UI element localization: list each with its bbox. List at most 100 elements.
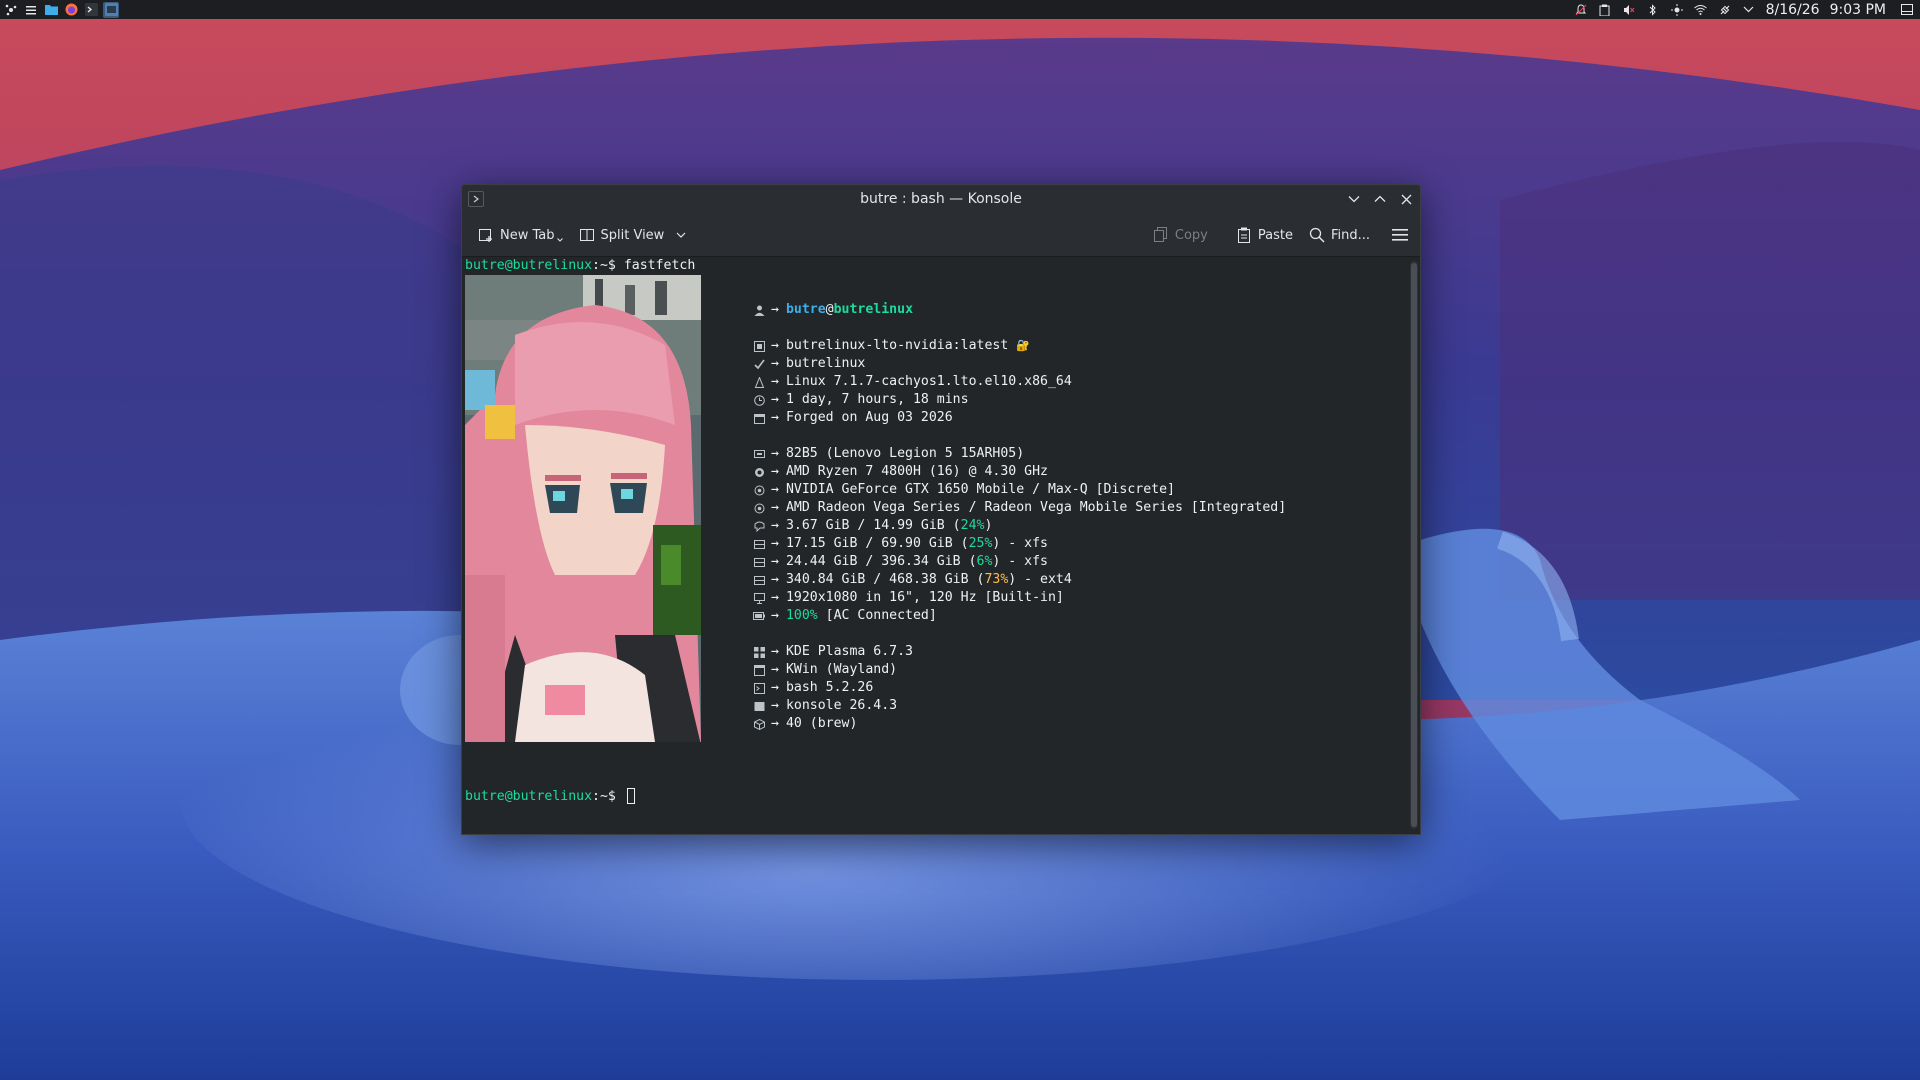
system-settings-icon[interactable] (23, 2, 39, 18)
info-forged-value: Forged on Aug 03 2026 (785, 410, 953, 425)
info-memory-used: 3.67 GiB / 14.99 GiB ( (785, 518, 961, 533)
arrow-glyph: → (771, 500, 779, 515)
clipboard-icon[interactable] (1598, 3, 1612, 17)
info-battery-tail: [AC Connected] (817, 608, 937, 623)
lock-icon: 🔐 (1016, 339, 1030, 352)
info-gpu-discrete: → NVIDIA GeForce GTX 1650 Mobile / Max-Q… (753, 481, 1175, 499)
find-button[interactable]: Find... (1303, 220, 1376, 250)
disk-icon (753, 538, 765, 550)
info-disk1-tail: ) - xfs (992, 536, 1048, 551)
wifi-icon[interactable] (1694, 3, 1708, 17)
laptop-icon (753, 448, 765, 460)
arrow-glyph: → (771, 536, 779, 551)
volume-muted-icon[interactable] (1622, 3, 1636, 17)
split-view-label: Split View (600, 227, 665, 243)
bluetooth-icon[interactable] (1646, 3, 1660, 17)
scrollbar-thumb[interactable] (1411, 263, 1417, 827)
hamburger-menu-button[interactable] (1386, 220, 1414, 250)
power-icon[interactable] (1718, 3, 1732, 17)
arrow-glyph: → (771, 446, 779, 461)
file-manager-icon[interactable] (43, 2, 59, 18)
disk-icon (753, 574, 765, 586)
arrow-glyph: → (771, 680, 779, 695)
user-icon (753, 304, 765, 316)
chevron-down-icon[interactable] (1742, 3, 1756, 17)
memory-icon (753, 520, 765, 532)
info-gpu2-value: AMD Radeon Vega Series / Radeon Vega Mob… (785, 500, 1287, 515)
copy-label: Copy (1174, 227, 1208, 243)
battery-icon (753, 610, 765, 622)
prompt-user: butre@butrelinux (465, 258, 593, 273)
konsole-window-icon[interactable] (103, 1, 119, 18)
info-memory-pct: 24% (960, 518, 985, 533)
close-button[interactable] (1398, 189, 1414, 209)
split-view-button[interactable]: Split View (573, 220, 693, 250)
info-hostname: → butrelinux (753, 355, 865, 373)
paste-button[interactable]: Paste (1230, 220, 1299, 250)
arrow-glyph: → (771, 410, 779, 425)
info-gpu-integrated: → AMD Radeon Vega Series / Radeon Vega M… (753, 499, 1286, 517)
arrow-glyph: → (771, 716, 779, 731)
maximize-button[interactable] (1372, 189, 1388, 209)
clock-time[interactable]: 9:03 PM (1830, 2, 1886, 18)
terminal-icon (753, 700, 765, 712)
info-wm: → KWin (Wayland) (753, 661, 897, 679)
info-packages-value: 40 (brew) (785, 716, 858, 731)
info-terminal: → konsole 26.4.3 (753, 697, 897, 715)
info-uptime: → 1 day, 7 hours, 18 mins (753, 391, 969, 409)
arrow-glyph: → (771, 392, 779, 407)
package-icon (753, 718, 765, 730)
split-view-chevron-icon (676, 232, 686, 238)
konsole-task-icon[interactable] (83, 2, 99, 18)
app-launcher-icon[interactable] (3, 2, 19, 18)
arrow-glyph: → (771, 554, 779, 569)
clock-date[interactable]: 8/16/26 (1766, 2, 1820, 18)
info-disk-1: → 17.15 GiB / 69.90 GiB (25%) - xfs (753, 535, 1048, 553)
paste-label: Paste (1257, 227, 1293, 243)
calendar-icon (753, 412, 765, 424)
minimize-button[interactable] (1346, 189, 1362, 209)
info-host: butrelinux (833, 302, 914, 317)
info-packages: → 40 (brew) (753, 715, 857, 733)
firefox-icon[interactable] (63, 2, 79, 18)
info-model: → 82B5 (Lenovo Legion 5 15ARH05) (753, 445, 1024, 463)
prompt-line: butre@butrelinux:~$ fastfetch (465, 257, 695, 275)
arrow-glyph: → (771, 482, 779, 497)
arrow-glyph: → (771, 590, 779, 605)
clock-icon (753, 394, 765, 406)
terminal-scrollbar[interactable] (1410, 261, 1418, 829)
arrow-glyph: → (771, 644, 779, 659)
info-wm-value: KWin (Wayland) (785, 662, 898, 677)
info-disk2-pct: 6% (976, 554, 993, 569)
cpu-icon (753, 466, 765, 478)
info-disk1-pct: 25% (968, 536, 993, 551)
show-desktop-icon[interactable] (1900, 3, 1914, 17)
prompt-user: butre@butrelinux (465, 789, 593, 804)
info-display-value: 1920x1080 in 16", 120 Hz [Built-in] (785, 590, 1064, 605)
window-menu-button[interactable] (468, 191, 484, 207)
notifications-off-icon[interactable] (1574, 3, 1588, 17)
os-image-icon (753, 340, 765, 352)
split-view-icon (579, 227, 595, 243)
info-display: → 1920x1080 in 16", 120 Hz [Built-in] (753, 589, 1064, 607)
window-icon (753, 664, 765, 676)
info-cpu: → AMD Ryzen 7 4800H (16) @ 4.30 GHz (753, 463, 1048, 481)
title-bar[interactable]: butre : bash — Konsole (462, 185, 1420, 213)
info-de: → KDE Plasma 6.7.3 (753, 643, 913, 661)
arrow-glyph: → (771, 356, 779, 371)
info-hostname-value: butrelinux (785, 356, 866, 371)
info-kernel-value: Linux 7.1.7-cachyos1.lto.el10.x86_64 (785, 374, 1072, 389)
brightness-icon[interactable] (1670, 3, 1684, 17)
copy-button[interactable]: Copy (1147, 220, 1214, 250)
terminal-area[interactable]: butre@butrelinux:~$ fastfetch → butre @ … (462, 257, 1402, 834)
info-disk2-used: 24.44 GiB / 396.34 GiB ( (785, 554, 977, 569)
info-shell-value: bash 5.2.26 (785, 680, 874, 695)
task-manager (0, 0, 119, 19)
new-tab-button[interactable]: New Tab (472, 220, 569, 250)
info-disk3-used: 340.84 GiB / 468.38 GiB ( (785, 572, 985, 587)
info-disk-2: → 24.44 GiB / 396.34 GiB (6%) - xfs (753, 553, 1048, 571)
info-image-value: butrelinux-lto-nvidia:latest (785, 338, 1009, 353)
info-uptime-value: 1 day, 7 hours, 18 mins (785, 392, 969, 407)
window-title: butre : bash — Konsole (860, 191, 1022, 207)
text-cursor (626, 788, 635, 804)
